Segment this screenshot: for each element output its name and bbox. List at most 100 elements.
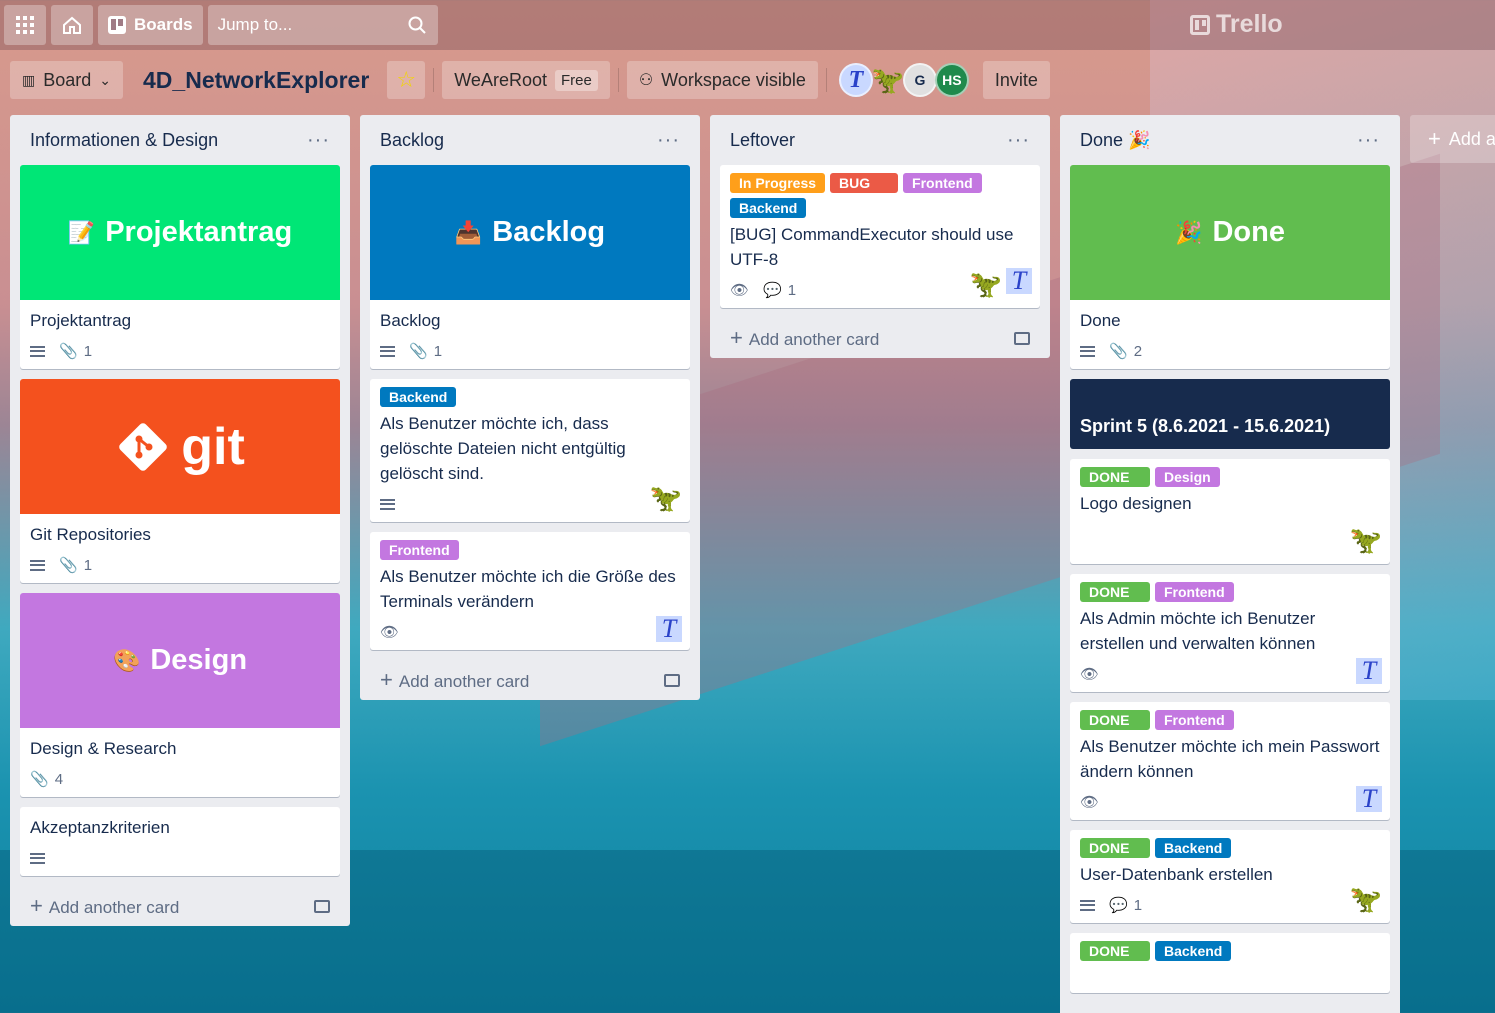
- label-done: DONE: [1080, 582, 1150, 602]
- list-menu-icon[interactable]: ···: [307, 129, 330, 152]
- card-title: Backlog: [380, 311, 441, 330]
- card[interactable]: DONE Frontend Als Admin möchte ich Benut…: [1070, 574, 1390, 692]
- member-avatars: T 🦖 G HS: [838, 63, 969, 97]
- card-body: Frontend Als Benutzer möchte ich die Grö…: [370, 532, 690, 650]
- avatar[interactable]: G: [902, 63, 937, 97]
- card[interactable]: DONE Backend: [1070, 933, 1390, 993]
- paperclip-icon: 📎: [30, 771, 49, 788]
- card[interactable]: 🎨 Design Design & Research 📎 4: [20, 593, 340, 797]
- card[interactable]: DONE Backend User-Datenbank erstellen 💬 1…: [1070, 830, 1390, 923]
- card[interactable]: DONE Design Logo designen 🦖: [1070, 459, 1390, 564]
- workspace-button[interactable]: WeAreRoot Free: [442, 61, 610, 99]
- card-body: Done 📎 2: [1070, 300, 1390, 369]
- list-title: Backlog: [380, 129, 445, 150]
- add-list-button[interactable]: + Add a: [1410, 115, 1495, 163]
- avatar[interactable]: T: [656, 614, 682, 643]
- app-switcher-button[interactable]: [4, 5, 46, 45]
- template-icon[interactable]: [314, 899, 330, 913]
- card-cover: 🎨 Design: [20, 593, 340, 728]
- add-card-button[interactable]: + Add another card: [20, 886, 340, 926]
- dinosaur-avatar-icon[interactable]: 🦖: [650, 482, 682, 514]
- card-body: Git Repositories 📎 1: [20, 514, 340, 583]
- card[interactable]: 🎉 Done Done 📎 2: [1070, 165, 1390, 369]
- card-badges: 📎 1: [30, 555, 330, 575]
- board-title[interactable]: 4D_NetworkExplorer: [131, 67, 379, 94]
- card[interactable]: 📥 Backlog Backlog 📎 1: [370, 165, 690, 369]
- sprint-separator-card[interactable]: Sprint 5 (8.6.2021 - 15.6.2021): [1070, 379, 1390, 449]
- avatar[interactable]: T: [1356, 784, 1382, 813]
- eye-icon: 👁: [1080, 666, 1100, 683]
- card-labels: DONE Design: [1080, 467, 1380, 487]
- attachments-badge: 📎 2: [1109, 342, 1142, 361]
- card-badges: 📎 1: [30, 341, 330, 361]
- card[interactable]: DONE Frontend Als Benutzer möchte ich me…: [1070, 702, 1390, 820]
- card-body: DONE Frontend Als Admin möchte ich Benut…: [1070, 574, 1390, 692]
- board-view-switcher[interactable]: ▥ Board ⌄: [10, 61, 124, 99]
- dinosaur-avatar-icon[interactable]: 🦖: [1350, 883, 1382, 915]
- avatar[interactable]: 🦖: [871, 63, 905, 97]
- card[interactable]: Frontend Als Benutzer möchte ich die Grö…: [370, 532, 690, 650]
- description-icon: [30, 852, 45, 864]
- list-menu-icon[interactable]: ···: [1007, 129, 1030, 152]
- add-card-button[interactable]: + Add another card: [370, 660, 690, 700]
- dinosaur-avatar-icon[interactable]: 🦖: [1350, 524, 1382, 556]
- card-body: DONE Design Logo designen 🦖: [1070, 459, 1390, 564]
- add-card-button[interactable]: + Add another card: [720, 318, 1040, 358]
- avatar[interactable]: T: [838, 63, 873, 97]
- list-title: Leftover: [730, 129, 796, 150]
- card-members: 🦖: [650, 482, 682, 514]
- comment-count: 1: [787, 281, 797, 299]
- grid-icon: [16, 16, 34, 34]
- trello-logo[interactable]: Trello: [1190, 10, 1283, 39]
- jump-to-search[interactable]: Jump to...: [207, 5, 438, 45]
- card-title: Als Admin möchte ich Benutzer erstellen …: [1080, 609, 1316, 653]
- card-title: Als Benutzer möchte ich die Größe des Te…: [380, 567, 676, 611]
- card[interactable]: Akzeptanzkriterien: [20, 807, 340, 876]
- card-cover: git: [20, 379, 340, 514]
- label-done: DONE: [1080, 941, 1150, 961]
- card-labels: DONE Frontend: [1080, 710, 1380, 730]
- star-button[interactable]: ☆: [387, 61, 426, 99]
- list-header[interactable]: Backlog ···: [370, 115, 690, 165]
- home-button[interactable]: [51, 5, 93, 45]
- card-title: User-Datenbank erstellen: [1080, 865, 1273, 884]
- workspace-name: WeAreRoot: [454, 69, 547, 90]
- invite-button[interactable]: Invite: [982, 61, 1050, 99]
- card-badges: 👁: [380, 622, 680, 642]
- avatar[interactable]: T: [1006, 266, 1032, 295]
- card-title: Design & Research: [30, 739, 177, 758]
- inbox-icon: 📥: [454, 219, 483, 245]
- card[interactable]: 📝 Projektantrag Projektantrag 📎 1: [20, 165, 340, 369]
- card[interactable]: Backend Als Benutzer möchte ich, dass ge…: [370, 379, 690, 522]
- dinosaur-avatar-icon[interactable]: 🦖: [970, 268, 1002, 300]
- label-frontend: Frontend: [1155, 710, 1234, 730]
- list-header[interactable]: Leftover ···: [720, 115, 1040, 165]
- card-body: Backend Als Benutzer möchte ich, dass ge…: [370, 379, 690, 522]
- template-icon[interactable]: [1014, 331, 1030, 345]
- list-title: Done: [1080, 129, 1124, 150]
- avatar[interactable]: T: [1356, 656, 1382, 685]
- boards-button[interactable]: Boards: [98, 5, 203, 45]
- list-header[interactable]: Done 🎉 ···: [1070, 115, 1390, 165]
- card[interactable]: In Progress BUG Frontend Backend [BUG] C…: [720, 165, 1040, 308]
- card-cover: 🎉 Done: [1070, 165, 1390, 300]
- list-title: Informationen & Design: [30, 129, 219, 150]
- template-icon[interactable]: [664, 673, 680, 687]
- list-menu-icon[interactable]: ···: [657, 129, 680, 152]
- card[interactable]: git Git Repositories 📎 1: [20, 379, 340, 583]
- list-header[interactable]: Informationen & Design ···: [20, 115, 340, 165]
- eye-icon: 👁: [730, 282, 750, 299]
- card-title: [BUG] CommandExecutor should use UTF-8: [730, 225, 1014, 269]
- cover-text: Backlog: [492, 216, 606, 248]
- boards-icon: [108, 16, 126, 34]
- avatar[interactable]: HS: [934, 63, 969, 97]
- chevron-down-icon: ⌄: [99, 71, 112, 88]
- card-title: Projektantrag: [30, 311, 132, 330]
- jump-placeholder: Jump to...: [217, 15, 293, 34]
- visibility-button[interactable]: ⚇ Workspace visible: [626, 61, 818, 99]
- attachment-count: 1: [83, 342, 93, 360]
- card-badges: 📎 2: [1080, 341, 1380, 361]
- description-icon: [30, 559, 45, 571]
- list-menu-icon[interactable]: ···: [1357, 129, 1380, 152]
- cover-text: Projektantrag: [105, 216, 293, 248]
